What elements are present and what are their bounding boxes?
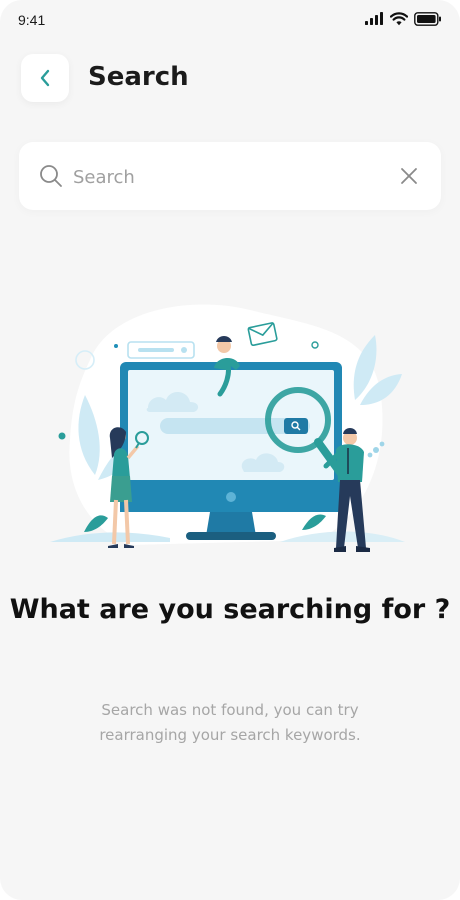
search-bar: [19, 142, 441, 210]
status-time: 9:41: [18, 12, 46, 28]
empty-state-title: What are you searching for ?: [9, 594, 451, 625]
search-input[interactable]: [71, 162, 395, 192]
cellular-signal-icon: [365, 12, 383, 25]
battery-icon: [414, 12, 441, 26]
back-button[interactable]: [21, 54, 69, 102]
header: Search: [0, 54, 460, 104]
empty-state-description: Search was not found, you can try rearra…: [99, 701, 361, 744]
page-title: Search: [88, 62, 189, 92]
wifi-icon: [390, 12, 408, 26]
status-icons: [364, 12, 442, 26]
search-icon: [40, 165, 62, 187]
chevron-left-icon: [40, 69, 50, 87]
search-illustration: [50, 304, 405, 552]
close-icon[interactable]: [399, 166, 419, 186]
status-bar: 9:41: [0, 0, 460, 44]
phone-screen: 9:41 Search Search What are you searchin…: [0, 0, 460, 900]
